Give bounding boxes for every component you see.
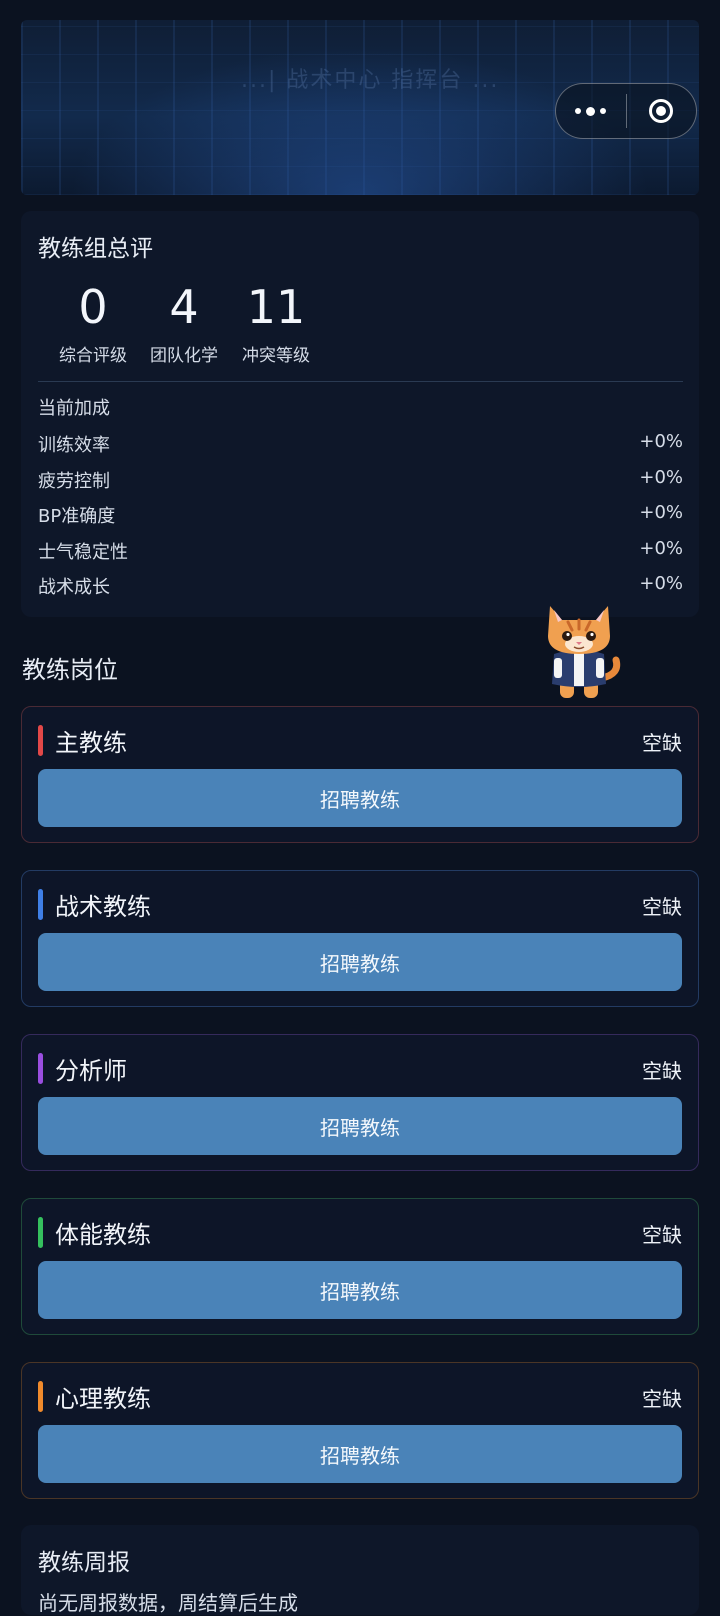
summary-title: 教练组总评 (38, 236, 153, 262)
stat-conflict: 11 冲突等级 (226, 279, 326, 366)
bonus-row: 训练效率 +0% (38, 431, 683, 457)
role-name: 战术教练 (55, 893, 151, 921)
positions-title: 教练岗位 (22, 656, 118, 684)
stat-overall: 0 综合评级 (43, 279, 143, 366)
role-accent-bar (38, 1053, 43, 1084)
position-card: 体能教练 空缺招聘教练 (21, 1198, 699, 1335)
role-status: 空缺 (642, 731, 682, 755)
capsule-menu (555, 83, 697, 139)
role-status: 空缺 (642, 1223, 682, 1247)
role-name: 分析师 (55, 1057, 127, 1085)
stat-label: 综合评级 (59, 346, 127, 366)
weekly-title: 教练周报 (38, 1550, 130, 1576)
bonus-label: 士气稳定性 (38, 542, 128, 563)
bonus-label: 训练效率 (38, 435, 110, 456)
position-card: 主教练 空缺招聘教练 (21, 706, 699, 843)
bonus-label: BP准确度 (38, 506, 116, 527)
role-status: 空缺 (642, 1059, 682, 1083)
stat-value: 0 (78, 280, 108, 334)
stat-chemistry: 4 团队化学 (134, 279, 234, 366)
target-close-icon[interactable] (627, 99, 697, 123)
weekly-report-card: 教练周报 尚无周报数据，周结算后生成 (21, 1525, 699, 1615)
bonus-value: +0% (639, 467, 683, 488)
stat-value: 4 (169, 280, 199, 334)
coach-summary-card: 教练组总评 0 综合评级 4 团队化学 11 冲突等级 当前加成 训练效率 +0… (21, 211, 699, 617)
banner-title: ...| 战术中心 指挥台 ... (241, 68, 500, 93)
role-status: 空缺 (642, 895, 682, 919)
role-name: 主教练 (55, 729, 127, 757)
recruit-coach-button[interactable]: 招聘教练 (38, 1261, 682, 1319)
role-accent-bar (38, 1381, 43, 1412)
position-card: 战术教练 空缺招聘教练 (21, 870, 699, 1007)
position-card: 分析师 空缺招聘教练 (21, 1034, 699, 1171)
bonus-label: 战术成长 (38, 577, 110, 598)
bonus-row: 士气稳定性 +0% (38, 538, 683, 564)
stat-label: 冲突等级 (242, 346, 310, 366)
bonus-heading: 当前加成 (38, 398, 110, 419)
more-dots-icon[interactable] (556, 106, 626, 116)
role-accent-bar (38, 1217, 43, 1248)
role-name: 体能教练 (55, 1221, 151, 1249)
role-accent-bar (38, 725, 43, 756)
bonus-row: 疲劳控制 +0% (38, 467, 683, 493)
bonus-value: +0% (639, 431, 683, 452)
stat-value: 11 (246, 280, 306, 334)
role-name: 心理教练 (55, 1385, 151, 1413)
recruit-coach-button[interactable]: 招聘教练 (38, 1097, 682, 1155)
recruit-coach-button[interactable]: 招聘教练 (38, 1425, 682, 1483)
bonus-label: 疲劳控制 (38, 471, 110, 492)
bonus-value: +0% (639, 502, 683, 523)
bonus-value: +0% (639, 538, 683, 559)
role-status: 空缺 (642, 1387, 682, 1411)
weekly-desc: 尚无周报数据，周结算后生成 (38, 1591, 298, 1615)
cat-mascot-icon[interactable] (536, 592, 628, 702)
bonus-value: +0% (639, 573, 683, 594)
role-accent-bar (38, 889, 43, 920)
position-card: 心理教练 空缺招聘教练 (21, 1362, 699, 1499)
bonus-row: BP准确度 +0% (38, 502, 683, 528)
recruit-coach-button[interactable]: 招聘教练 (38, 769, 682, 827)
summary-divider (38, 381, 683, 382)
stat-label: 团队化学 (150, 346, 218, 366)
recruit-coach-button[interactable]: 招聘教练 (38, 933, 682, 991)
